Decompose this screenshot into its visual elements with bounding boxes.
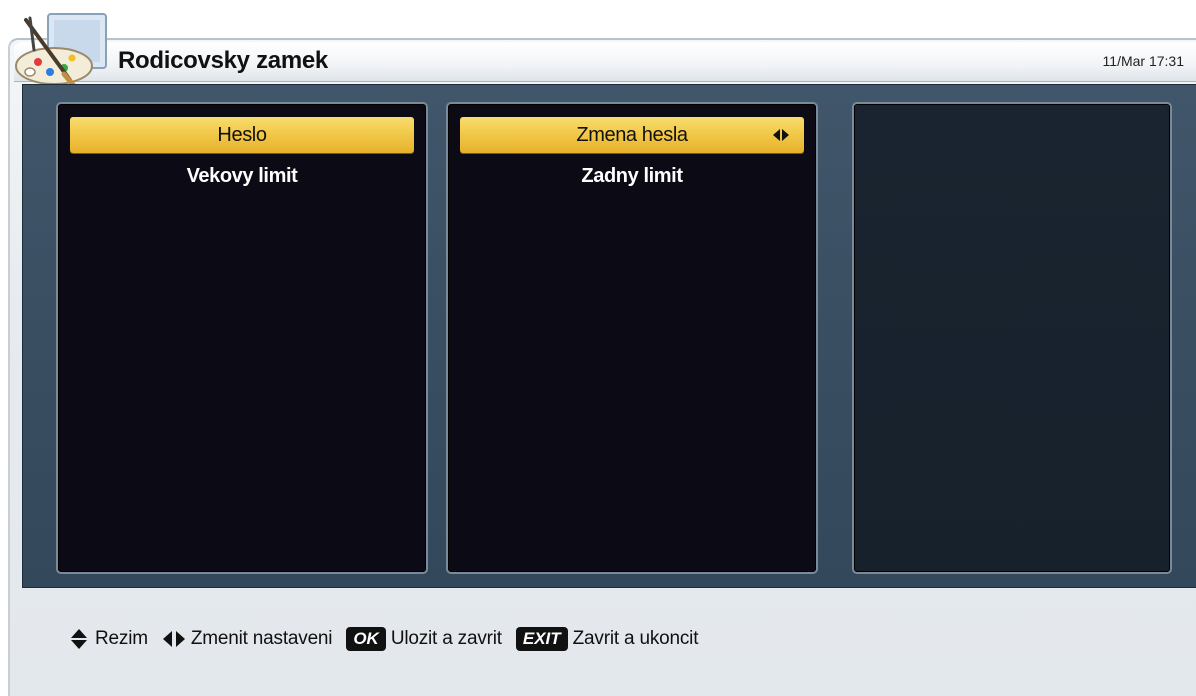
menu-item-vekovy-limit[interactable]: Vekovy limit xyxy=(70,158,414,194)
legend-label-rezim: Rezim xyxy=(95,628,148,649)
left-right-arrows-icon xyxy=(773,129,789,141)
option-label: Zmena hesla xyxy=(576,124,688,146)
legend-label-ulozit: Ulozit a zavrit xyxy=(390,628,502,649)
menu-panel-middle: Zmena hesla Zadny limit xyxy=(446,102,818,574)
legend-label-zavrit: Zavrit a ukoncit xyxy=(572,628,699,649)
exit-key-icon: EXIT xyxy=(515,627,568,651)
menu-panel-left: Heslo Vekovy limit xyxy=(56,102,428,574)
ok-key-icon: OK xyxy=(346,627,386,651)
footer-legend: Rezim Zmenit nastaveni OK Ulozit a zavri… xyxy=(68,622,712,656)
menu-item-heslo[interactable]: Heslo xyxy=(70,117,414,153)
palette-icon xyxy=(15,13,107,89)
legend-label-zmenit: Zmenit nastaveni xyxy=(190,628,333,649)
clock: 11/Mar 17:31 xyxy=(1102,53,1184,69)
page-title: Rodicovsky zamek xyxy=(118,47,328,74)
up-down-arrows-icon xyxy=(71,629,87,649)
left-right-arrows-icon xyxy=(162,631,185,647)
info-panel-right xyxy=(852,102,1172,574)
option-zmena-hesla[interactable]: Zmena hesla xyxy=(460,117,804,153)
parental-lock-screen: Rodicovsky zamek 11/Mar 17:31 Heslo Veko… xyxy=(0,0,1196,696)
option-zadny-limit[interactable]: Zadny limit xyxy=(460,158,804,194)
